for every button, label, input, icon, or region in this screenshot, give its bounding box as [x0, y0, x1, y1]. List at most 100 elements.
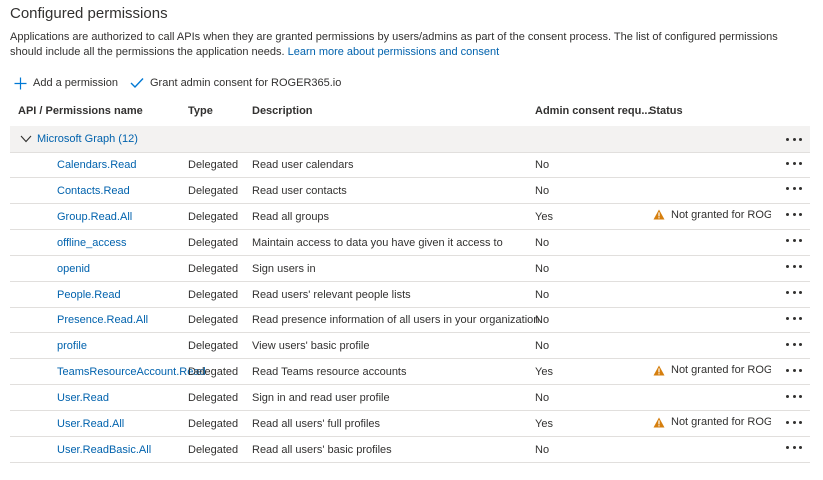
- status-badge: Not granted for ROGER...: [653, 209, 771, 221]
- permission-description: Read all users' basic profiles: [252, 443, 392, 456]
- admin-consent-required: No: [535, 159, 550, 171]
- permission-type: Delegated: [188, 340, 239, 353]
- add-permission-button[interactable]: Add a permission: [14, 77, 118, 90]
- more-icon[interactable]: [786, 311, 802, 325]
- permission-name-link[interactable]: offline_access: [57, 237, 127, 249]
- permission-description: Read all users' full profiles: [252, 418, 381, 430]
- permission-type: Delegated: [188, 418, 239, 430]
- table-row: People.Read Delegated Read users' relevant…: [10, 282, 810, 308]
- admin-consent-required: No: [535, 262, 550, 275]
- permission-type: Delegated: [188, 392, 239, 405]
- column-header-status[interactable]: Status: [649, 105, 683, 117]
- admin-consent-required: No: [535, 340, 550, 353]
- table-row: TeamsResourceAccount.Read Delegated Read T…: [10, 359, 810, 386]
- permission-description: Sign users in: [252, 262, 316, 275]
- admin-consent-required: No: [535, 288, 550, 301]
- permission-description: Read presence information of all users i…: [252, 314, 540, 327]
- table-row: profile Delegated View users' basic profil…: [10, 333, 810, 360]
- admin-consent-required: Yes: [535, 418, 553, 430]
- permission-type: Delegated: [188, 443, 239, 456]
- more-icon[interactable]: [786, 286, 802, 300]
- more-icon[interactable]: [786, 182, 802, 196]
- plus-icon: [14, 77, 27, 89]
- permission-name-link[interactable]: Contacts.Read: [57, 185, 130, 197]
- permission-type: Delegated: [188, 288, 239, 301]
- permission-type: Delegated: [188, 236, 239, 249]
- page-title: Configured permissions: [10, 5, 168, 22]
- table-row: offline_access Delegated Maintain access t…: [10, 230, 810, 256]
- permission-name-link[interactable]: People.Read: [57, 289, 121, 301]
- more-icon[interactable]: [786, 337, 802, 351]
- permission-description: Maintain access to data you have given i…: [252, 236, 503, 249]
- more-icon[interactable]: [786, 132, 802, 146]
- more-icon[interactable]: [786, 363, 802, 377]
- more-icon[interactable]: [786, 389, 802, 403]
- more-icon[interactable]: [786, 208, 802, 222]
- more-icon[interactable]: [786, 234, 802, 248]
- more-icon[interactable]: [786, 260, 802, 274]
- permission-type: Delegated: [188, 262, 239, 275]
- permission-type: Delegated: [188, 366, 239, 379]
- status-text: Not granted for ROGER...: [671, 416, 771, 428]
- permission-name-link[interactable]: Presence.Read.All: [57, 314, 148, 326]
- table-row: Calendars.Read Delegated Read user calenda…: [10, 152, 810, 178]
- warning-icon: [653, 365, 665, 376]
- permission-name-link[interactable]: User.Read.All: [57, 418, 124, 430]
- group-row-microsoft-graph[interactable]: Microsoft Graph (12): [10, 126, 810, 153]
- permission-description: Sign in and read user profile: [252, 392, 390, 405]
- permission-name-link[interactable]: Calendars.Read: [57, 159, 137, 171]
- admin-consent-required: No: [535, 236, 550, 249]
- permission-description: View users' basic profile: [252, 340, 370, 353]
- permission-description: Read user contacts: [252, 184, 347, 197]
- permission-description: Read user calendars: [252, 159, 354, 171]
- add-permission-label: Add a permission: [33, 77, 118, 89]
- admin-consent-required: No: [535, 184, 550, 197]
- table-row: openid Delegated Sign users in No: [10, 256, 810, 282]
- table-row: User.Read.All Delegated Read all users' fu…: [10, 411, 810, 437]
- warning-icon: [653, 417, 665, 427]
- grant-admin-consent-label: Grant admin consent for ROGER365.io: [150, 77, 342, 89]
- column-header-type[interactable]: Type: [188, 105, 213, 117]
- more-icon[interactable]: [786, 415, 802, 429]
- permission-type: Delegated: [188, 314, 239, 327]
- chevron-down-icon[interactable]: [20, 135, 32, 143]
- more-icon[interactable]: [786, 441, 802, 455]
- permission-name-link[interactable]: User.ReadBasic.All: [57, 444, 151, 456]
- admin-consent-required: No: [535, 443, 550, 456]
- warning-icon: [653, 209, 665, 220]
- table-row: User.Read Delegated Sign in and read user …: [10, 385, 810, 412]
- permission-description: Read Teams resource accounts: [252, 366, 407, 379]
- checkmark-icon: [130, 78, 144, 89]
- permission-name-link[interactable]: openid: [57, 263, 90, 275]
- permission-name-link[interactable]: Group.Read.All: [57, 211, 132, 223]
- admin-consent-required: No: [535, 392, 550, 405]
- permission-name-link[interactable]: User.Read: [57, 392, 109, 404]
- column-header-description[interactable]: Description: [252, 105, 313, 117]
- grant-admin-consent-button[interactable]: Grant admin consent for ROGER365.io: [130, 77, 341, 89]
- admin-consent-required: Yes: [535, 210, 553, 223]
- permission-name-link[interactable]: profile: [57, 340, 87, 352]
- permission-name-link[interactable]: TeamsResourceAccount.Read: [57, 366, 206, 378]
- column-header-admin-consent[interactable]: Admin consent requ...: [535, 105, 651, 117]
- permission-type: Delegated: [188, 210, 239, 223]
- table-row: Presence.Read.All Delegated Read presence …: [10, 307, 810, 334]
- more-icon[interactable]: [786, 156, 802, 170]
- permission-description: Read users' relevant people lists: [252, 288, 411, 301]
- group-label[interactable]: Microsoft Graph (12): [37, 133, 138, 145]
- status-badge: Not granted for ROGER...: [653, 364, 771, 376]
- table-row: Group.Read.All Delegated Read all groups Ye…: [10, 204, 810, 230]
- permission-description: Read all groups: [252, 210, 330, 223]
- column-header-api[interactable]: API / Permissions name: [18, 105, 143, 117]
- status-badge: Not granted for ROGER...: [653, 416, 771, 428]
- table-row: User.ReadBasic.All Delegated Read all user…: [10, 437, 810, 463]
- table-row: Contacts.Read Delegated Read user contacts…: [10, 178, 810, 204]
- status-text: Not granted for ROGER...: [671, 208, 771, 221]
- status-text: Not granted for ROGER...: [671, 364, 771, 377]
- page-description: Applications are authorized to call APIs…: [10, 30, 810, 60]
- learn-more-link[interactable]: Learn more about permissions and consent: [288, 46, 500, 58]
- permission-type: Delegated: [188, 184, 239, 197]
- admin-consent-required: Yes: [535, 366, 553, 379]
- permission-type: Delegated: [188, 159, 239, 171]
- toolbar: Add a permission Grant admin consent for…: [14, 74, 353, 92]
- admin-consent-required: No: [535, 314, 550, 327]
